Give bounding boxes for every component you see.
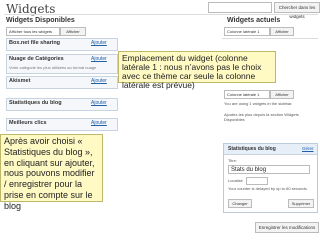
widget-search-input[interactable] <box>208 2 272 13</box>
add-widget-callout: Après avoir choisi « Statistiques du blo… <box>0 134 103 211</box>
add-widget-link[interactable]: Ajouter <box>91 56 107 62</box>
save-changes-button[interactable]: Enregistrer les modifications <box>255 222 319 233</box>
widget-location-callout: Emplacement du widget (colonne latérale … <box>118 51 276 90</box>
add-widget-link[interactable]: Ajouter <box>91 120 107 126</box>
sidebar-show-button-2[interactable]: Afficher <box>270 90 294 99</box>
current-widgets-title: Widgets actuels <box>227 17 281 24</box>
available-widgets-title: Widgets Disponibles <box>6 17 75 24</box>
sidebar-help-text: Ajoutez-les plus depuis la section Widge… <box>224 112 299 122</box>
title-field[interactable]: Stats du blog <box>228 165 310 174</box>
widget-edit-panel: Statistiques du blog Gérer Titre: Stats … <box>223 143 318 213</box>
change-button[interactable]: Changer <box>228 199 252 208</box>
panel-divider <box>222 38 318 39</box>
filter-widgets-select[interactable]: Afficher tous les widgets <box>6 27 60 36</box>
widget-name: Akismet <box>9 78 31 84</box>
title-label: Titre: <box>228 158 237 163</box>
counter-delay-text: Your counter is delayed by up to 60 seco… <box>228 186 308 191</box>
add-widget-link[interactable]: Ajouter <box>91 78 107 84</box>
search-widgets-button[interactable]: Chercher dans les widgets <box>274 2 320 19</box>
location-field[interactable] <box>246 177 268 185</box>
widget-description: Votre catégorie les plus utilisées au fo… <box>9 65 97 70</box>
add-widget-link[interactable]: Ajouter <box>91 40 107 46</box>
delete-button[interactable]: Supprimer <box>288 199 314 208</box>
widget-edit-link[interactable]: Gérer <box>302 146 314 151</box>
header-divider <box>4 14 318 15</box>
sidebar-select[interactable]: Colonne latérale 1 <box>224 27 270 36</box>
sidebar-select-2[interactable]: Colonne latérale 1 <box>224 90 270 99</box>
add-widget-link[interactable]: Ajouter <box>91 100 107 106</box>
sidebar-info-text: You are using 1 widgets in the sidebar. <box>224 101 293 106</box>
location-label: Localisé <box>228 178 243 183</box>
widget-name: Statistiques du blog <box>9 100 62 106</box>
widget-name: Nuage de Catégories <box>9 56 64 62</box>
widget-name: Box.net file sharing <box>9 40 61 46</box>
widget-name: Meilleurs clics <box>9 120 47 126</box>
widget-edit-title: Statistiques du blog <box>228 146 276 152</box>
sidebar-show-button[interactable]: Afficher <box>270 27 294 36</box>
filter-show-button[interactable]: Afficher <box>60 27 86 36</box>
